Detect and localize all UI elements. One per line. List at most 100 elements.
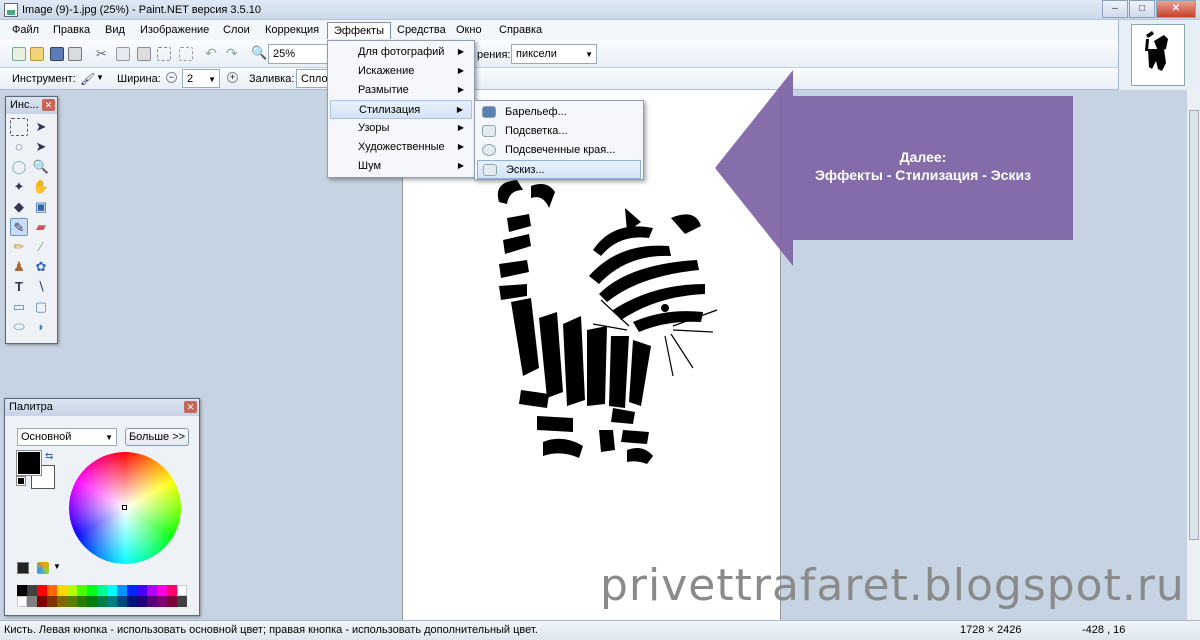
redo-icon[interactable]: ↷ <box>226 46 240 60</box>
swatch-teal-green[interactable] <box>97 596 107 607</box>
color-picker-icon[interactable]: ⁄ <box>32 238 50 256</box>
tools-panel[interactable]: Инс... ✕ ➤ ◌ ➤ ◯ 🔍 ✦ ✋ ◆ ▣ ✎ ▰ ✏ ⁄ ♟ ✿ T… <box>5 96 58 344</box>
clone-stamp-icon[interactable]: ♟ <box>10 258 28 276</box>
menu-effects[interactable]: Эффекты <box>327 22 392 39</box>
menu-image[interactable]: Изображение <box>134 22 215 39</box>
add-color-icon[interactable] <box>17 562 29 574</box>
image-thumbnail[interactable] <box>1131 24 1185 86</box>
chevron-down-icon[interactable]: ▼ <box>96 73 104 82</box>
swatch-dark-blue[interactable] <box>127 596 137 607</box>
menu-item-blur[interactable]: Размытие ▶ <box>330 81 472 100</box>
submenu-item-relief[interactable]: Подсветка... <box>477 122 641 141</box>
save-icon[interactable] <box>50 47 64 61</box>
close-button[interactable]: ✕ <box>1156 0 1196 18</box>
gradient-icon[interactable]: ▣ <box>32 198 50 216</box>
swatch-gray[interactable] <box>27 596 37 607</box>
swatch-dark-red[interactable] <box>37 596 47 607</box>
line-curve-icon[interactable]: ∖ <box>32 278 50 296</box>
maximize-button[interactable]: □ <box>1129 0 1155 18</box>
pencil-icon[interactable]: ✏ <box>10 238 28 256</box>
fill-combo[interactable]: Спло <box>296 69 330 88</box>
close-icon[interactable]: ✕ <box>184 401 197 413</box>
swatch-maroon[interactable] <box>167 596 177 607</box>
eraser-icon[interactable]: ▰ <box>32 218 50 236</box>
swap-colors-icon[interactable]: ⇆ <box>45 451 53 462</box>
ellipse-icon[interactable]: ⬭ <box>10 318 28 336</box>
swatch-forest[interactable] <box>87 596 97 607</box>
lasso-icon[interactable]: ◌ <box>10 138 28 156</box>
paint-bucket-icon[interactable]: ◆ <box>10 198 28 216</box>
swatch-dark-gray[interactable] <box>27 585 37 596</box>
menu-item-noise[interactable]: Шум ▶ <box>330 157 472 176</box>
ellipse-select-icon[interactable]: ◯ <box>10 158 28 176</box>
swatch-olive[interactable] <box>57 596 67 607</box>
copy-icon[interactable] <box>116 47 130 61</box>
swatch-navy-blue[interactable] <box>117 596 127 607</box>
recolor-icon[interactable]: ✿ <box>32 258 50 276</box>
swatch-yellow[interactable] <box>57 585 67 596</box>
more-colors-button[interactable]: Больше >> <box>125 428 189 446</box>
menu-item-artistic[interactable]: Художественные ▶ <box>330 138 472 157</box>
swatch-purple[interactable] <box>147 596 157 607</box>
paintbrush-icon[interactable]: ✎ <box>10 218 28 236</box>
swatch-sky-blue[interactable] <box>117 585 127 596</box>
menu-item-distort[interactable]: Искажение ▶ <box>330 62 472 81</box>
swatch-white-2[interactable] <box>17 596 27 607</box>
swatch-red[interactable] <box>37 585 47 596</box>
swatch-dark-green[interactable] <box>77 596 87 607</box>
move-selected-icon[interactable]: ➤ <box>32 138 50 156</box>
rounded-rectangle-icon[interactable]: ▢ <box>32 298 50 316</box>
menu-window[interactable]: Окно <box>450 22 488 39</box>
submenu-item-emboss[interactable]: Барельеф... <box>477 103 641 122</box>
tools-panel-header[interactable]: Инс... ✕ <box>6 97 57 114</box>
menu-item-render[interactable]: Узоры ▶ <box>330 119 472 138</box>
menu-help[interactable]: Справка <box>493 22 548 39</box>
swatch-magenta[interactable] <box>157 585 167 596</box>
deselect-icon[interactable] <box>179 47 193 61</box>
move-selection-icon[interactable]: ➤ <box>32 118 50 136</box>
print-icon[interactable] <box>68 47 82 61</box>
scrollbar-thumb[interactable] <box>1189 110 1199 540</box>
increase-width-button[interactable]: + <box>227 72 238 83</box>
cut-icon[interactable]: ✂ <box>96 47 110 61</box>
crop-icon[interactable] <box>157 47 171 61</box>
palette-menu-icon[interactable] <box>37 562 49 574</box>
swatch-charcoal[interactable] <box>177 596 187 607</box>
primary-color-swatch[interactable] <box>16 450 42 476</box>
rectangle-select-icon[interactable] <box>10 118 28 136</box>
submenu-item-edge-detect[interactable]: Подсвеченные края... <box>477 141 641 160</box>
decrease-width-button[interactable]: − <box>166 72 177 83</box>
swatch-black[interactable] <box>17 585 27 596</box>
text-icon[interactable]: T <box>10 278 28 296</box>
width-combo[interactable]: 2 ▼ <box>182 69 220 88</box>
zoom-tool-icon[interactable]: 🔍 <box>32 158 50 176</box>
swatch-white[interactable] <box>177 585 187 596</box>
swatch-cyan[interactable] <box>107 585 117 596</box>
swatch-teal[interactable] <box>107 596 117 607</box>
zoom-icon[interactable]: 🔍 <box>251 46 267 60</box>
swatch-indigo[interactable] <box>137 585 147 596</box>
menu-layers[interactable]: Слои <box>217 22 256 39</box>
swatch-bright-green[interactable] <box>87 585 97 596</box>
freeform-shape-icon[interactable]: ◗ <box>32 318 50 336</box>
swatch-plum[interactable] <box>157 596 167 607</box>
menu-tools[interactable]: Средства <box>391 22 452 39</box>
minimize-button[interactable]: – <box>1102 0 1128 18</box>
menu-adjustments[interactable]: Коррекция <box>259 22 325 39</box>
paste-icon[interactable] <box>137 47 151 61</box>
menu-file[interactable]: Файл <box>6 22 45 39</box>
brush-icon[interactable]: 🖌 <box>80 72 95 86</box>
swatch-orange[interactable] <box>47 585 57 596</box>
reset-colors-icon[interactable] <box>16 476 26 486</box>
swatch-violet[interactable] <box>147 585 157 596</box>
magic-wand-icon[interactable]: ✦ <box>10 178 28 196</box>
undo-icon[interactable]: ↶ <box>205 46 219 60</box>
swatch-lime[interactable] <box>67 585 77 596</box>
swatch-spring-green[interactable] <box>97 585 107 596</box>
swatch-green[interactable] <box>77 585 87 596</box>
swatch-brown[interactable] <box>47 596 57 607</box>
chevron-down-icon[interactable]: ▼ <box>53 562 61 571</box>
color-swatches[interactable] <box>17 585 187 609</box>
menu-item-stylize[interactable]: Стилизация ▶ <box>330 100 472 119</box>
submenu-item-outline[interactable]: Эскиз... <box>477 160 641 179</box>
